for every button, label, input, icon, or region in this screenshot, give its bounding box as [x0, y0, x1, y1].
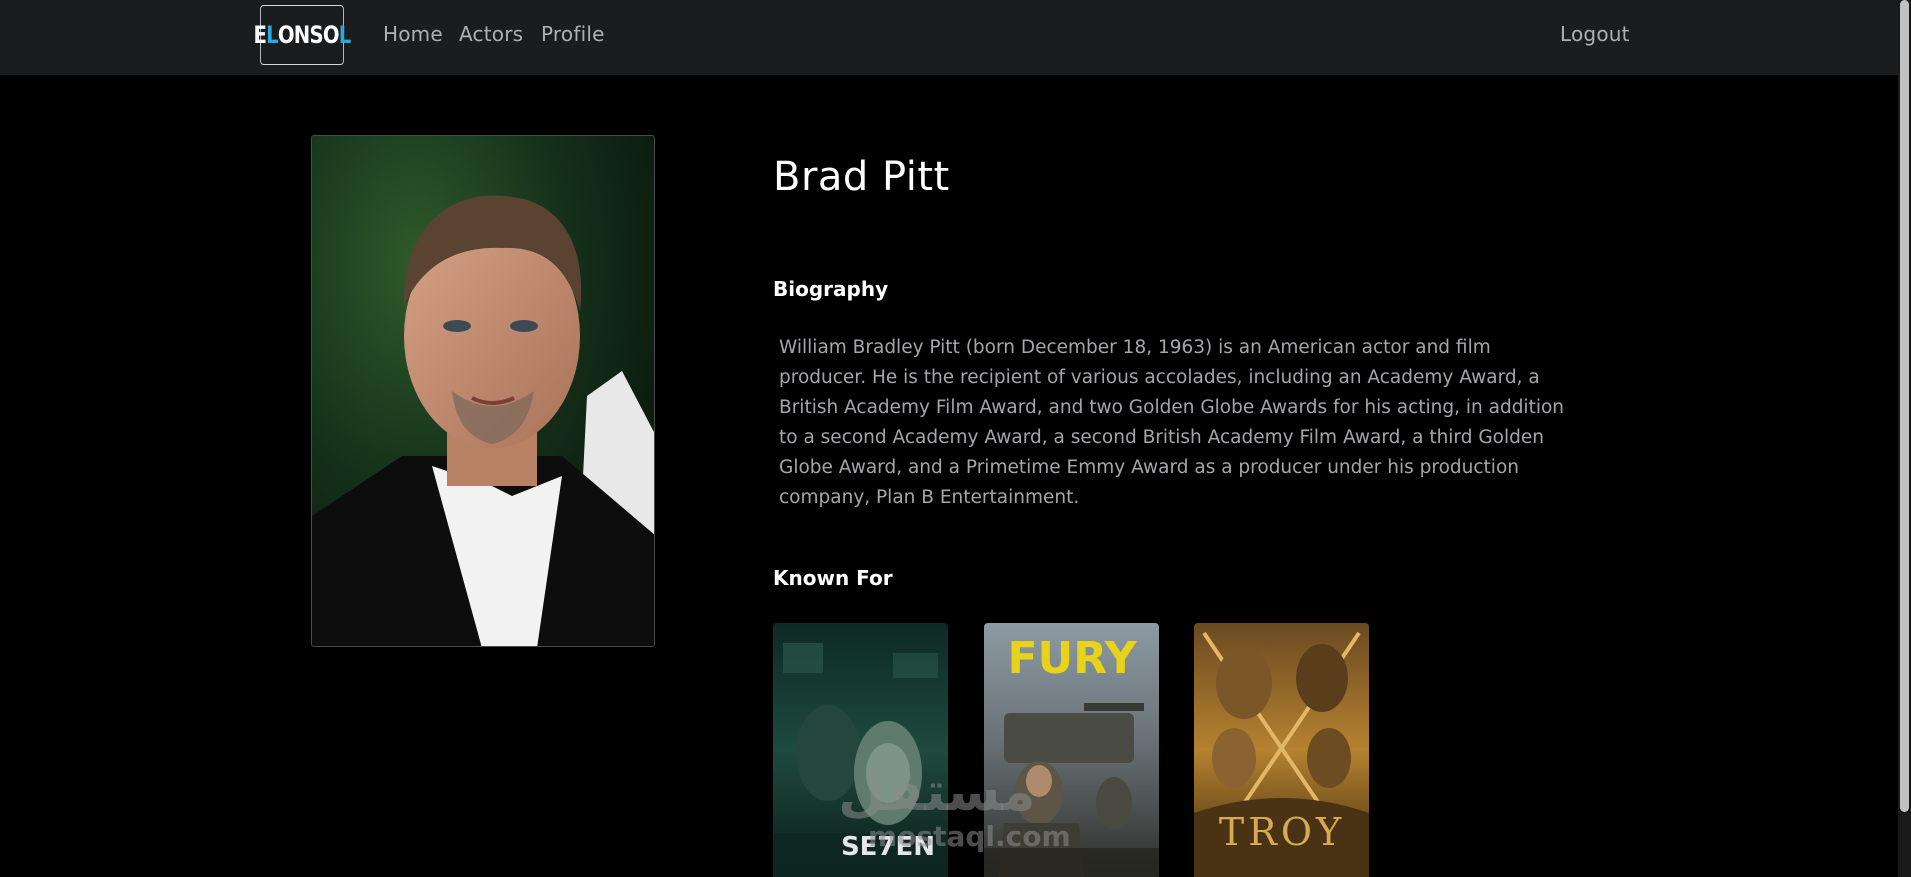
biography-text: William Bradley Pitt (born December 18, …: [779, 337, 1565, 508]
known-for-poster-troy[interactable]: TROY: [1194, 623, 1369, 877]
actor-name: Brad Pitt: [773, 154, 950, 200]
logo-letter-l: L: [266, 21, 279, 49]
poster-title-troy: TROY: [1219, 810, 1345, 854]
navbar: E L ONSO L Home Actors Profile Logout: [0, 0, 1898, 75]
biography-heading: Biography: [773, 277, 889, 301]
poster-title-se7en: SE7EN: [841, 832, 935, 862]
logo-letter-e: E: [253, 21, 267, 49]
actor-photo: [311, 135, 655, 647]
scrollbar-thumb[interactable]: [1900, 0, 1909, 812]
page-scrollbar[interactable]: [1898, 0, 1911, 877]
nav-link-actors[interactable]: Actors: [459, 22, 523, 46]
known-for-heading: Known For: [773, 566, 893, 590]
logout-link[interactable]: Logout: [1560, 22, 1630, 46]
known-for-poster-se7en[interactable]: SE7EN: [773, 623, 948, 877]
nav-link-home[interactable]: Home: [383, 22, 443, 46]
logo-letter-l-end: L: [338, 21, 352, 49]
nav-link-profile[interactable]: Profile: [541, 22, 605, 46]
site-logo[interactable]: E L ONSO L: [254, 5, 351, 65]
poster-title-fury: FURY: [1007, 633, 1137, 684]
known-for-poster-fury[interactable]: FURY: [984, 623, 1159, 877]
logo-letters-onso: ONSO: [277, 21, 340, 49]
